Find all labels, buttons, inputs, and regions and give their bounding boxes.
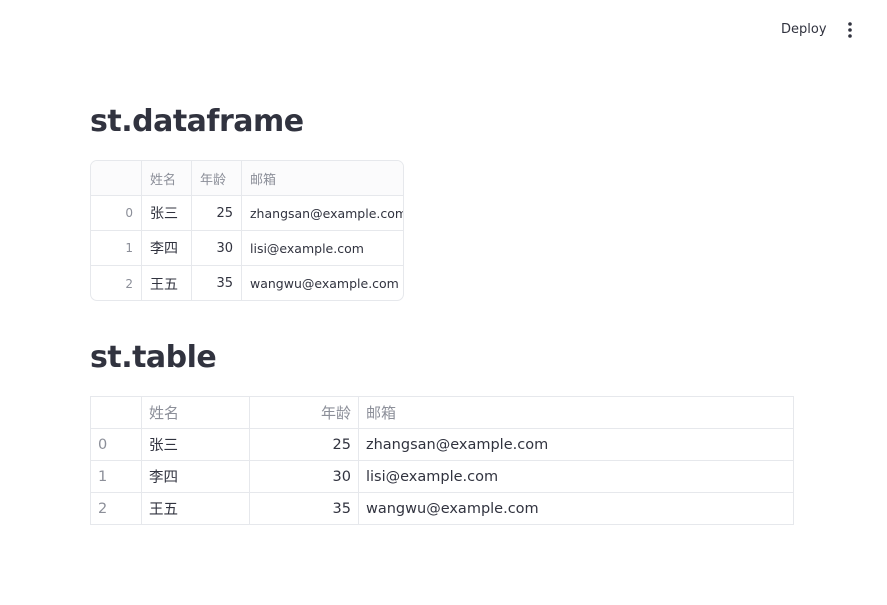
dataframe-grid[interactable]: 姓名 年龄 邮箱 0 张三 25 zhangsan@example.com 1 … <box>90 160 404 301</box>
dataframe-cell-name[interactable]: 王五 <box>142 266 192 300</box>
dataframe-index-header <box>91 161 142 195</box>
table-cell-age: 25 <box>249 428 359 461</box>
table-index-header <box>90 396 142 429</box>
dataframe-column-header-age[interactable]: 年龄 <box>192 161 242 195</box>
dataframe-row: 1 李四 30 lisi@example.com <box>91 231 403 266</box>
table-row-index: 0 <box>90 428 142 461</box>
table-header-row: 姓名 年龄 邮箱 <box>90 396 794 429</box>
dataframe-cell-age[interactable]: 30 <box>192 231 242 265</box>
dataframe-header-row: 姓名 年龄 邮箱 <box>91 161 403 196</box>
dataframe-row: 0 张三 25 zhangsan@example.com <box>91 196 403 231</box>
table-cell-name: 李四 <box>141 460 250 493</box>
app-header: Deploy <box>0 0 887 60</box>
dataframe-column-header-name[interactable]: 姓名 <box>142 161 192 195</box>
table-row: 0 张三 25 zhangsan@example.com <box>90 428 794 461</box>
more-vertical-icon <box>848 22 852 38</box>
table-cell-name: 张三 <box>141 428 250 461</box>
dataframe-heading: st.dataframe <box>90 104 304 139</box>
table-cell-email: wangwu@example.com <box>358 492 794 525</box>
dataframe-cell-email[interactable]: wangwu@example.com <box>242 266 403 300</box>
table-cell-email: zhangsan@example.com <box>358 428 794 461</box>
main-menu-button[interactable] <box>836 16 864 44</box>
table-row: 1 李四 30 lisi@example.com <box>90 460 794 493</box>
dataframe-cell-email[interactable]: zhangsan@example.com <box>242 196 403 230</box>
dataframe-cell-name[interactable]: 张三 <box>142 196 192 230</box>
table-row-index: 1 <box>90 460 142 493</box>
static-table: 姓名 年龄 邮箱 0 张三 25 zhangsan@example.com 1 … <box>90 396 794 525</box>
streamlit-app: Deploy st.dataframe 姓名 年龄 邮箱 0 张三 25 zha… <box>0 0 887 605</box>
table-column-header-age: 年龄 <box>249 396 359 429</box>
dataframe-row: 2 王五 35 wangwu@example.com <box>91 266 403 300</box>
table-column-header-name: 姓名 <box>141 396 250 429</box>
dataframe-cell-age[interactable]: 25 <box>192 196 242 230</box>
table-row-index: 2 <box>90 492 142 525</box>
table-heading: st.table <box>90 340 217 375</box>
table-cell-name: 王五 <box>141 492 250 525</box>
table-cell-email: lisi@example.com <box>358 460 794 493</box>
dataframe-cell-age[interactable]: 35 <box>192 266 242 300</box>
dataframe-row-index: 1 <box>91 231 142 265</box>
dataframe-cell-email[interactable]: lisi@example.com <box>242 231 403 265</box>
dataframe-cell-name[interactable]: 李四 <box>142 231 192 265</box>
dataframe-row-index: 2 <box>91 266 142 300</box>
table-row: 2 王五 35 wangwu@example.com <box>90 492 794 525</box>
table-column-header-email: 邮箱 <box>358 396 794 429</box>
dataframe-row-index: 0 <box>91 196 142 230</box>
table-cell-age: 30 <box>249 460 359 493</box>
deploy-button[interactable]: Deploy <box>772 17 836 43</box>
table-cell-age: 35 <box>249 492 359 525</box>
dataframe-column-header-email[interactable]: 邮箱 <box>242 161 403 195</box>
